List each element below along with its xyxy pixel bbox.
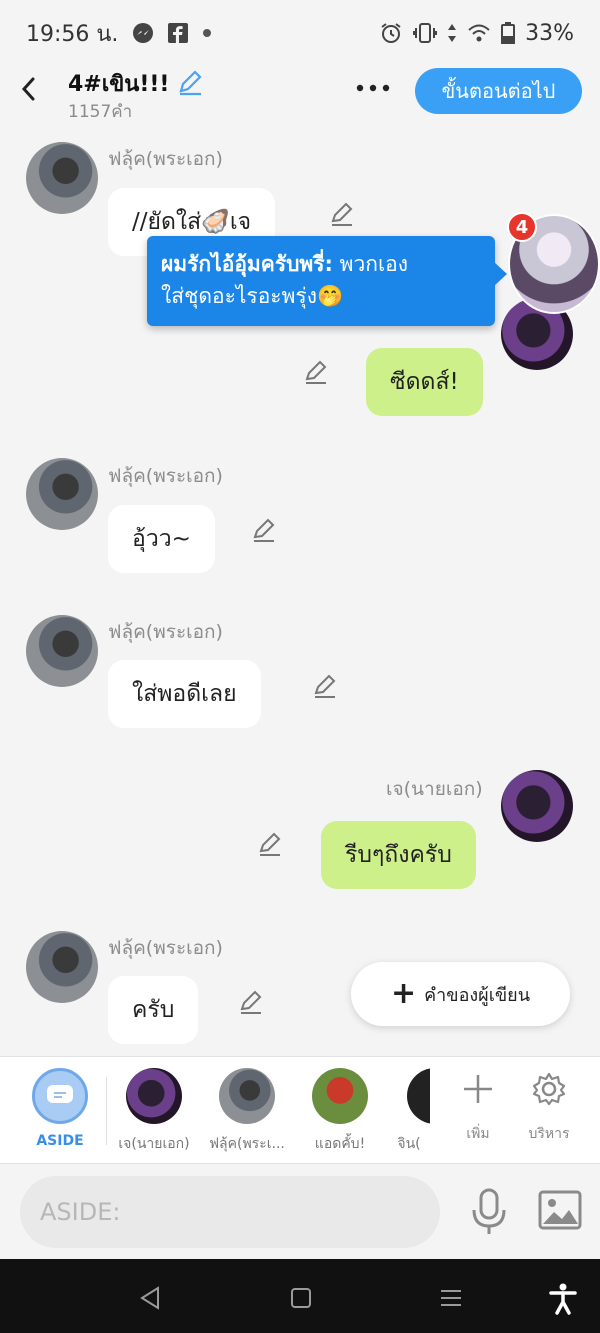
notification-pointer [494, 262, 507, 286]
image-icon [538, 1190, 582, 1230]
manage-button[interactable]: บริหาร [514, 1057, 584, 1165]
nav-back-button[interactable] [136, 1283, 166, 1313]
status-left: 19:56 น. [26, 16, 212, 51]
character-avatar [407, 1068, 430, 1124]
nav-home-button[interactable] [286, 1283, 316, 1313]
add-label: เพิ่ม [466, 1126, 490, 1142]
nav-recents-button[interactable] [436, 1283, 466, 1313]
character-item[interactable]: เจ(นายเอก) [107, 1057, 201, 1165]
plus-icon: + [390, 976, 417, 1011]
status-time: 19:56 น. [26, 21, 119, 47]
facebook-icon [168, 23, 189, 43]
character-label: แอดคั้บ! [314, 1136, 366, 1152]
author-words-label: คำของผู้เขียน [424, 984, 531, 1006]
character-label: ฟลุ้ค(พระเ... [209, 1136, 285, 1152]
accessibility-button[interactable] [548, 1283, 578, 1315]
manage-label: บริหาร [528, 1126, 570, 1142]
character-item[interactable]: จิน( [388, 1057, 430, 1165]
pencil-icon[interactable] [256, 830, 284, 858]
character-label: จิน( [397, 1136, 421, 1152]
chat-head-notification[interactable]: ผมรักไอ้อุ้มครับพรี่: พวกเอง ใส่ชุดอะไรอ… [147, 236, 507, 326]
message-sender: ฟลุ้ค(พระเอก) [108, 465, 223, 487]
notification-sender: ผมรักไอ้อุ้มครับพรี่: [161, 252, 333, 276]
image-button[interactable] [538, 1190, 582, 1230]
message-bubble[interactable]: รีบๆถึงครับ [321, 821, 476, 889]
character-item[interactable]: ฟลุ้ค(พระเ... [200, 1057, 294, 1165]
status-bar: 19:56 น. 33% [0, 0, 600, 66]
pencil-icon[interactable] [237, 988, 265, 1016]
message-bubble[interactable]: ซีดดส์! [366, 348, 483, 416]
unread-badge: 4 [507, 212, 537, 242]
system-nav-bar [0, 1259, 600, 1333]
message-input[interactable] [20, 1176, 440, 1248]
messenger-icon [132, 22, 154, 44]
chat-area[interactable]: ฟลุ้ค(พระเอก) //ยัดใส่🦪เจ ซีดดส์! ฟลุ้ค(… [0, 128, 600, 1056]
character-avatar [312, 1068, 368, 1124]
character-label: เจ(นายเอก) [118, 1136, 190, 1152]
back-button[interactable] [14, 74, 44, 104]
square-home-icon [291, 1288, 311, 1308]
wifi-icon [467, 23, 491, 43]
status-right: 33% [379, 21, 574, 46]
input-bar [0, 1164, 600, 1259]
microphone-button[interactable] [470, 1188, 508, 1236]
message-sender: ฟลุ้ค(พระเอก) [108, 937, 223, 959]
next-step-button[interactable]: ขั้นตอนต่อไป [415, 68, 582, 114]
more-dots-icon [356, 84, 390, 92]
character-avatar [219, 1068, 275, 1124]
add-character-button[interactable]: เพิ่ม [443, 1057, 513, 1165]
vibrate-icon [413, 22, 438, 44]
data-arrows-icon [447, 23, 457, 43]
triangle-back-icon [140, 1286, 159, 1310]
pencil-icon[interactable] [302, 358, 330, 386]
pencil-icon[interactable] [328, 200, 356, 228]
edit-title-icon[interactable] [175, 67, 205, 101]
avatar[interactable] [501, 770, 573, 842]
plus-icon [464, 1075, 492, 1103]
alarm-icon [379, 21, 403, 45]
message-bubble[interactable]: ใส่พอดีเลย [108, 660, 261, 728]
avatar[interactable] [26, 458, 98, 530]
dot-icon [202, 28, 212, 38]
gear-icon [532, 1072, 566, 1106]
notification-text-1: พวกเอง [339, 252, 409, 276]
pencil-icon[interactable] [311, 672, 339, 700]
battery-icon [501, 22, 516, 44]
character-aside[interactable]: ASIDE [13, 1057, 107, 1165]
accessibility-icon [549, 1283, 577, 1315]
author-words-button[interactable]: + คำของผู้เขียน [351, 962, 570, 1026]
avatar[interactable] [26, 931, 98, 1003]
character-label: ASIDE [36, 1133, 84, 1149]
word-count: 1157คำ [68, 102, 133, 122]
chevron-left-icon [21, 77, 35, 101]
message-sender: ฟลุ้ค(พระเอก) [108, 621, 223, 643]
message-bubble[interactable]: อุ้วว~ [108, 505, 215, 573]
header: 4#เขิน!!! 1157คำ ขั้นตอนต่อไป [0, 66, 600, 128]
character-avatar [126, 1068, 182, 1124]
message-sender: เจ(นายเอก) [386, 778, 483, 800]
title-row: 4#เขิน!!! [68, 66, 205, 101]
message-bubble[interactable]: ครับ [108, 976, 199, 1044]
notification-line-1: ผมรักไอ้อุ้มครับพรี่: พวกเอง [161, 248, 481, 280]
avatar[interactable] [26, 142, 98, 214]
aside-avatar [32, 1068, 88, 1124]
pencil-icon[interactable] [250, 516, 278, 544]
notification-text-2: ใส่ชุดอะไรอะพรุ่ง🤭 [161, 284, 344, 308]
character-item[interactable]: แอดคั้บ! [293, 1057, 387, 1165]
chat-bubble-icon [47, 1085, 73, 1103]
avatar[interactable] [26, 615, 98, 687]
message-sender: ฟลุ้ค(พระเอก) [108, 148, 223, 170]
page-title: 4#เขิน!!! [68, 72, 170, 97]
character-bar: ASIDE เจ(นายเอก) ฟลุ้ค(พระเ... แอดคั้บ! … [0, 1056, 600, 1164]
microphone-icon [472, 1188, 506, 1234]
more-options-button[interactable] [354, 76, 394, 100]
menu-lines-icon [441, 1290, 461, 1306]
battery-percent: 33% [525, 20, 574, 46]
